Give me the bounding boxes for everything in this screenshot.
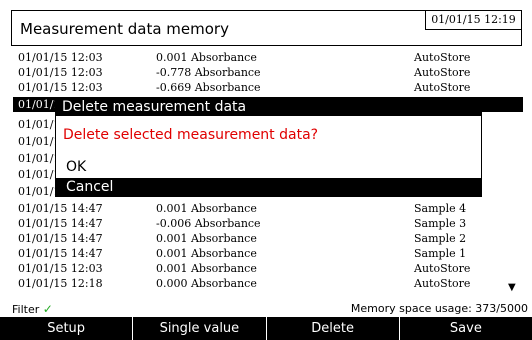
row-value: -0.006 Absorbance [156,217,261,230]
row-value: 0.001 Absorbance [156,262,257,275]
dialog-title: Delete measurement data [56,98,481,116]
row-source: Sample 2 [414,232,467,245]
row-datetime: 01/01/15 12:03 [18,66,103,79]
filter-label: Filter [12,303,40,316]
table-row[interactable]: 01/01/15 12:03 -0.669 Absorbance AutoSto… [13,80,523,95]
row-value: -0.778 Absorbance [156,66,261,79]
table-row[interactable]: 01/01/15 12:03 0.001 Absorbance AutoStor… [13,261,523,276]
table-row[interactable]: 01/01/15 12:03 -0.778 Absorbance AutoSto… [13,65,523,80]
softkey-bar: Setup Single value Delete Save [0,317,532,340]
row-source: Sample 3 [414,217,467,230]
table-row[interactable]: 01/01/15 14:47 -0.006 Absorbance Sample … [13,216,523,231]
delete-dialog: Delete measurement data Delete selected … [55,97,482,197]
row-value: -0.669 Absorbance [156,81,261,94]
table-row[interactable]: 01/01/15 14:47 0.001 Absorbance Sample 1 [13,246,523,261]
row-datetime: 01/01/15 12:03 [18,81,103,94]
table-row[interactable]: 01/01/15 12:18 0.000 Absorbance AutoStor… [13,276,523,291]
page-title: Measurement data memory [20,20,229,38]
ok-option[interactable]: OK [56,158,481,176]
header-bar: Measurement data memory 01/01/15 12:19 [11,10,522,46]
row-source: AutoStore [414,277,471,290]
row-datetime: 01/01/15 14:47 [18,232,103,245]
scroll-down-icon[interactable]: ▼ [508,282,516,293]
row-source: AutoStore [414,51,471,64]
row-source: Sample 4 [414,202,467,215]
check-icon: ✓ [42,302,53,316]
row-datetime: 01/01/15 12:03 [18,262,103,275]
table-row[interactable]: 01/01/15 14:47 0.001 Absorbance Sample 2 [13,231,523,246]
row-value: 0.001 Absorbance [156,51,257,64]
table-row[interactable]: 01/01/15 14:47 0.001 Absorbance Sample 4 [13,201,523,216]
row-source: AutoStore [414,262,471,275]
filter-status: Filter ✓ [12,302,53,316]
screen: Measurement data memory 01/01/15 12:19 0… [0,0,532,340]
setup-button[interactable]: Setup [0,317,132,340]
row-datetime: 01/01/15 14:47 [18,217,103,230]
row-datetime: 01/01/15 12:18 [18,277,103,290]
cancel-option[interactable]: Cancel [56,178,481,196]
memory-usage: Memory space usage: 373/5000 [350,302,528,315]
table-row[interactable]: 01/01/15 12:03 0.001 Absorbance AutoStor… [13,50,523,65]
clock: 01/01/15 12:19 [425,11,521,30]
row-source: AutoStore [414,66,471,79]
dialog-message: Delete selected measurement data? [63,127,319,143]
row-datetime: 01/01/15 14:47 [18,202,103,215]
single-value-button[interactable]: Single value [132,317,265,340]
row-source: Sample 1 [414,247,467,260]
row-value: 0.001 Absorbance [156,202,257,215]
row-value: 0.001 Absorbance [156,232,257,245]
row-datetime: 01/01/15 14:47 [18,247,103,260]
save-button[interactable]: Save [398,317,532,340]
row-value: 0.000 Absorbance [156,277,257,290]
row-value: 0.001 Absorbance [156,247,257,260]
row-datetime: 01/01/15 12:03 [18,51,103,64]
delete-button[interactable]: Delete [265,317,399,340]
row-source: AutoStore [414,81,471,94]
